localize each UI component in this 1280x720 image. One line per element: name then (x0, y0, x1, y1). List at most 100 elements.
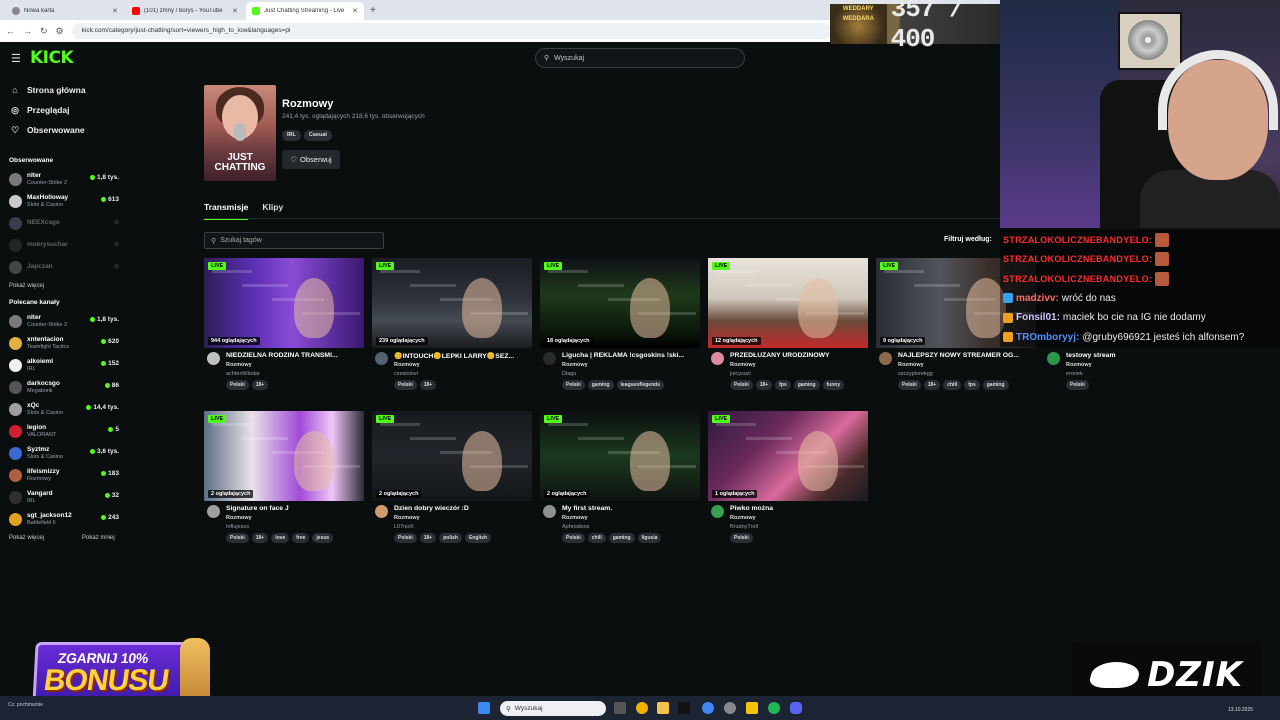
stream-username[interactable]: Influjesus (226, 524, 249, 530)
stream-username[interactable]: Dlagu (562, 371, 576, 377)
stream-thumbnail[interactable]: LIVE 2 oglądających (372, 411, 532, 501)
stream-tag[interactable]: Polski (226, 380, 249, 390)
stream-category[interactable]: Rozmowy (562, 515, 588, 521)
stream-category[interactable]: Rozmowy (394, 362, 420, 368)
stream-title[interactable]: Signature on face J (226, 505, 364, 512)
close-icon[interactable]: ✕ (112, 7, 118, 15)
avatar[interactable] (375, 505, 388, 518)
tag-search-input[interactable]: ⚲ Szukaj tagów (204, 232, 384, 249)
stream-card[interactable]: LIVE 2 oglądających Signature on face J Roz… (204, 411, 364, 551)
stream-title[interactable]: 😊INTOUCH😊LEPKI LARRY😊SEZ... (394, 352, 532, 360)
stream-tag[interactable]: Polski (394, 380, 417, 390)
stream-tag[interactable]: 18+ (419, 533, 437, 543)
show-more-recommended-button[interactable]: Pokaż więcej (9, 530, 44, 546)
stream-username[interactable]: achtenWlodar (226, 371, 260, 377)
stream-tag[interactable]: polish (439, 533, 462, 543)
stream-username[interactable]: Aphrodixos (562, 524, 590, 530)
stream-tag[interactable]: chill (587, 533, 606, 543)
discord-icon[interactable] (790, 702, 802, 714)
stream-category[interactable]: Rozmowy (898, 362, 924, 368)
url-field[interactable]: kick.com/category/just-chatting/sort=vie… (71, 23, 832, 39)
sidebar-channel-mokrysuchar[interactable]: mokrysuchar ⊘ (0, 234, 128, 256)
stream-tag[interactable]: Polski (730, 380, 753, 390)
stream-card[interactable]: LIVE 12 oglądających PRZEDŁUŻANY URODZINOW… (708, 258, 868, 398)
stream-tag[interactable]: gaming (793, 380, 820, 390)
app-icon[interactable] (746, 702, 758, 714)
category-tag[interactable]: Casual (303, 130, 332, 141)
spotify-icon[interactable] (768, 702, 780, 714)
task-view-icon[interactable] (614, 702, 626, 714)
stream-tag[interactable]: Polski (394, 533, 417, 543)
stream-tag[interactable]: 18+ (923, 380, 941, 390)
show-less-button[interactable]: Pokaż mniej (82, 530, 115, 546)
stream-username[interactable]: czesioinvi (394, 371, 418, 377)
search-input[interactable]: ⚲ Wyszukaj (535, 48, 745, 68)
stream-username[interactable]: BrudnyTroll (730, 524, 758, 530)
sidebar-channel-xntentacion[interactable]: xntentacion Teamfight Tactics 620 (0, 332, 128, 354)
stream-category[interactable]: Rozmowy (730, 362, 756, 368)
follow-category-button[interactable]: ♡ Obserwuj (282, 150, 340, 169)
kick-logo[interactable]: KICK (30, 48, 74, 68)
stream-card[interactable]: LIVE 18 oglądających Ligucha | REKLAMA !cs… (540, 258, 700, 398)
avatar[interactable] (543, 505, 556, 518)
stream-tag[interactable]: funny (822, 380, 845, 390)
site-info-icon[interactable]: ⚙ (56, 26, 64, 37)
stream-thumbnail[interactable]: LIVE 1 oglądających (708, 411, 868, 501)
stream-card[interactable]: LIVE 239 oglądających 😊INTOUCH😊LEPKI LARRY… (372, 258, 532, 398)
avatar[interactable] (207, 505, 220, 518)
stream-tag[interactable]: free (292, 533, 310, 543)
stream-category[interactable]: Rozmowy (730, 515, 756, 521)
stream-tag[interactable]: fps (964, 380, 980, 390)
stream-thumbnail[interactable]: LIVE 18 oglądających (540, 258, 700, 348)
avatar[interactable] (879, 352, 892, 365)
stream-tag[interactable]: 18+ (419, 380, 437, 390)
stream-title[interactable]: NIEDZIELNA RODZINA TRANSMI... (226, 352, 364, 359)
sidebar-channel-lifeismizzy[interactable]: lifeismizzy Rozmowy 183 (0, 464, 128, 486)
stream-thumbnail[interactable]: LIVE 2 oglądających (540, 411, 700, 501)
sidebar-channel-darkocsgo[interactable]: darkocsgo Megabonk 86 (0, 376, 128, 398)
stream-category[interactable]: Rozmowy (1066, 362, 1092, 368)
browser-tab-kick[interactable]: Just Chatting Streaming - Live ✕ (246, 2, 364, 20)
sidebar-channel-syztmz[interactable]: Syztmz Slots & Casino 3,6 tys. (0, 442, 128, 464)
stream-title[interactable]: Piwko można (730, 505, 868, 512)
avatar[interactable] (375, 352, 388, 365)
stream-tag[interactable]: 18+ (251, 380, 269, 390)
avatar[interactable] (207, 352, 220, 365)
stream-tag[interactable]: Polski (1066, 380, 1089, 390)
weather-widget[interactable]: Cz. pochmurnie (8, 702, 43, 708)
stream-tag[interactable]: jesus (312, 533, 334, 543)
stream-tag[interactable]: gaming (608, 533, 635, 543)
forward-icon[interactable]: → (23, 26, 32, 36)
stream-card[interactable]: LIVE 944 oglądających NIEDZIELNA RODZINA T… (204, 258, 364, 398)
stream-tag[interactable]: Polski (562, 533, 585, 543)
stream-tag[interactable]: gaming (982, 380, 1009, 390)
file-explorer-icon[interactable] (657, 702, 669, 714)
stream-title[interactable]: Dzien dobry wieczór :D (394, 505, 532, 512)
chrome-profile-icon[interactable] (702, 702, 714, 714)
stream-card[interactable]: LIVE 2 oglądających My first stream. Rozmow… (540, 411, 700, 551)
sidebar-channel-neexcsgo[interactable]: NEEXcsgo ⊘ (0, 212, 128, 234)
avatar[interactable] (711, 505, 724, 518)
nav-home[interactable]: ⌂ Strona główna (0, 80, 128, 100)
stream-category[interactable]: Rozmowy (562, 362, 588, 368)
stream-category[interactable]: Rozmowy (226, 515, 252, 521)
stream-username[interactable]: eronek (1066, 371, 1083, 377)
stream-card[interactable]: LIVE 2 oglądających Dzien dobry wieczór :D… (372, 411, 532, 551)
reload-icon[interactable]: ↻ (40, 26, 48, 37)
stream-username[interactable]: juicysuzi (730, 371, 751, 377)
stream-thumbnail[interactable]: LIVE 12 oglądających (708, 258, 868, 348)
sidebar-channel-maxholloway[interactable]: MaxHolloway Slots & Casino 613 (0, 190, 128, 212)
stream-tag[interactable]: Polski (730, 533, 753, 543)
stream-category[interactable]: Rozmowy (226, 362, 252, 368)
stream-title[interactable]: PRZEDŁUŻANY URODZINOWY (730, 352, 868, 359)
stream-tag[interactable]: Polski (898, 380, 921, 390)
browser-tab-youtube[interactable]: (101) zmny / borys - YouTube ✕ (126, 2, 244, 20)
sidebar-channel-alkoieml[interactable]: alkoieml IRL 152 (0, 354, 128, 376)
stream-username[interactable]: szczypiorekgg (898, 371, 933, 377)
stream-tag[interactable]: 18+ (251, 533, 269, 543)
sidebar-channel-xqc[interactable]: xQc Slots & Casino 14,4 tys. (0, 398, 128, 420)
terminal-icon[interactable] (678, 702, 690, 714)
stream-title[interactable]: My first stream. (562, 505, 700, 512)
stream-thumbnail[interactable]: LIVE 2 oglądających (204, 411, 364, 501)
close-icon[interactable]: ✕ (232, 7, 238, 15)
